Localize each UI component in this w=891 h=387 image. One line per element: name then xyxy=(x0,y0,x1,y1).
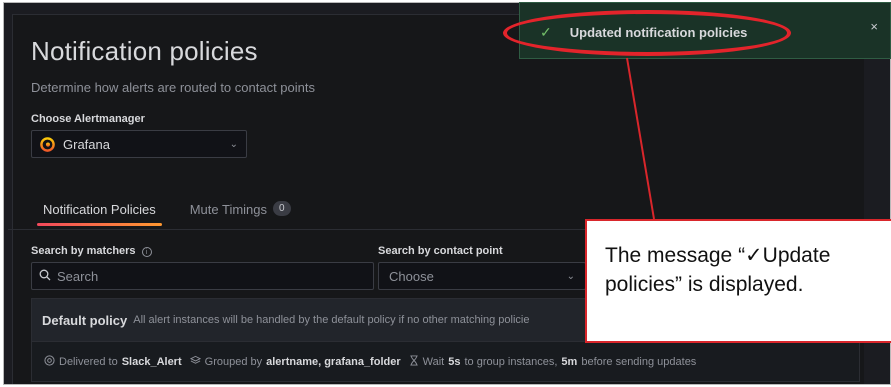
repeat-suffix: before sending updates xyxy=(581,355,697,368)
annotation-callout: The message “✓Update policies” is displa… xyxy=(585,219,891,343)
group-wait-value: 5s xyxy=(448,355,461,368)
close-icon[interactable]: × xyxy=(870,19,878,34)
tab-label: Notification Policies xyxy=(43,202,156,217)
group-by-value: alertname, grafana_folder xyxy=(266,355,401,368)
alertmanager-select[interactable]: Grafana ⌄ xyxy=(31,130,247,158)
tab-mute-timings[interactable]: Mute Timings 0 xyxy=(178,196,303,230)
policy-description: All alert instances will be handled by t… xyxy=(133,314,530,326)
grafana-icon xyxy=(40,136,55,152)
search-icon xyxy=(39,269,51,284)
annotation-line-2: policies” is displayed. xyxy=(605,273,804,296)
page-title: Notification policies xyxy=(31,36,258,66)
count-badge: 0 xyxy=(273,201,291,216)
annotation-line-1: The message “✓Update xyxy=(605,244,831,267)
tab-label: Mute Timings xyxy=(189,202,268,217)
contact-point-select[interactable]: Choose ⌄ xyxy=(378,262,586,290)
policy-title: Default policy xyxy=(42,312,128,328)
toast-message: Updated notification policies xyxy=(569,25,748,40)
contact-point-link[interactable]: Slack_Alert xyxy=(122,356,182,368)
layers-icon xyxy=(189,355,201,369)
check-icon: ✓ xyxy=(540,24,552,40)
group-wait-suffix: to group instances, xyxy=(464,355,558,368)
contact-point-value: Choose xyxy=(389,268,434,284)
alertmanager-value: Grafana xyxy=(63,136,110,152)
hourglass-icon xyxy=(409,354,419,369)
alertmanager-label: Choose Alertmanager xyxy=(31,113,145,125)
matchers-label-text: Search by matchers xyxy=(31,245,136,257)
page-subtitle: Determine how alerts are routed to conta… xyxy=(31,80,315,95)
delivered-prefix: Delivered to xyxy=(59,355,118,368)
chevron-down-icon: ⌄ xyxy=(229,138,238,150)
chevron-down-icon: ⌄ xyxy=(566,270,575,282)
tab-notification-policies[interactable]: Notification Policies xyxy=(31,196,168,230)
success-toast: ✓ Updated notification policies × xyxy=(519,2,891,59)
search-input[interactable]: Search xyxy=(31,262,374,290)
tabs: Notification Policies Mute Timings 0 xyxy=(31,196,303,230)
policy-details: Delivered to Slack_Alert Grouped by aler… xyxy=(31,342,860,382)
wait-prefix: Wait xyxy=(422,355,445,368)
contact-point-label: Search by contact point xyxy=(378,245,503,257)
search-placeholder: Search xyxy=(57,268,99,284)
info-icon[interactable]: i xyxy=(141,247,152,257)
contact-point-icon xyxy=(44,354,55,369)
grouped-prefix: Grouped by xyxy=(204,355,263,368)
repeat-interval-value: 5m xyxy=(561,355,578,368)
matchers-label: Search by matchers i xyxy=(31,245,152,257)
